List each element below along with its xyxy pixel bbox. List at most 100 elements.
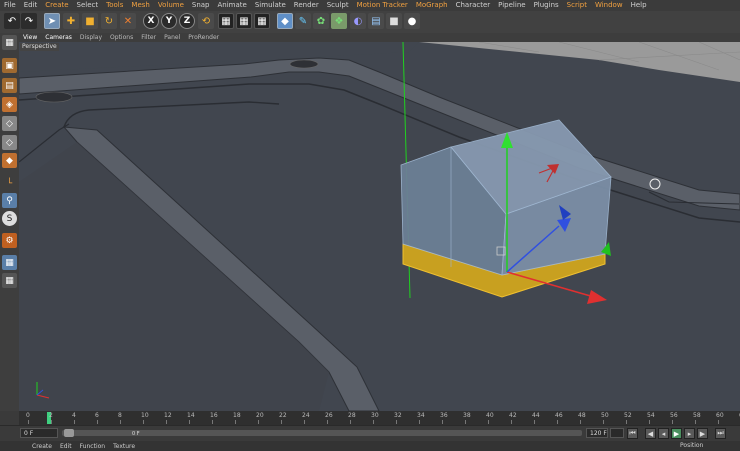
menu-item[interactable]: Tools xyxy=(102,0,127,11)
menu-item[interactable]: Character xyxy=(452,0,495,11)
perspective-viewport[interactable]: Perspective xyxy=(19,42,740,411)
menu-item[interactable]: Snap xyxy=(188,0,214,11)
menu-item[interactable]: Pipeline xyxy=(494,0,529,11)
position-label: Position xyxy=(680,442,704,449)
menu-item[interactable]: Create xyxy=(41,0,72,11)
viewport-menu-item[interactable]: Cameras xyxy=(41,33,76,42)
go-to-start-button[interactable]: ⏮ xyxy=(627,428,638,439)
menu-item[interactable]: File xyxy=(0,0,20,11)
redo-button[interactable]: ↷ xyxy=(21,13,37,29)
viewport-menu-item[interactable]: ProRender xyxy=(184,33,223,42)
bottom-tab[interactable]: Function xyxy=(76,443,110,450)
timeline-tick-mark xyxy=(396,420,397,424)
model-mode-icon[interactable]: ▣ xyxy=(2,58,17,73)
timeline-tick-label: 22 xyxy=(279,412,287,419)
play-button[interactable]: ▶ xyxy=(671,428,682,439)
range-start-label: 0 F xyxy=(132,431,140,437)
edges-mode-icon[interactable]: ◇ xyxy=(2,135,17,150)
coordinate-system-button[interactable]: ⟲ xyxy=(198,13,214,29)
z-axis-button[interactable]: Z xyxy=(179,13,195,29)
menu-item[interactable]: Script xyxy=(563,0,591,11)
recent-tool-button[interactable]: ✕ xyxy=(120,13,136,29)
timeline-tick-mark xyxy=(189,420,190,424)
floor-object-button[interactable]: ▤ xyxy=(368,13,384,29)
viewport-menu-item[interactable]: Display xyxy=(76,33,106,42)
light-button[interactable]: ● xyxy=(404,13,420,29)
timeline-tick-mark xyxy=(143,420,144,424)
menu-item[interactable]: Sculpt xyxy=(323,0,353,11)
scale-tool-button[interactable]: ■ xyxy=(82,13,98,29)
quantize-icon[interactable]: ⚙ xyxy=(2,233,17,248)
tweak-mode-icon[interactable]: ⚲ xyxy=(2,193,17,208)
menu-item[interactable]: MoGraph xyxy=(412,0,452,11)
points-mode-icon[interactable]: ◇ xyxy=(2,116,17,131)
menu-item[interactable]: Edit xyxy=(20,0,42,11)
next-frame-button[interactable]: ▸ xyxy=(684,428,695,439)
menu-item[interactable]: Render xyxy=(290,0,323,11)
timeline-tick-label: 14 xyxy=(187,412,195,419)
texture-mode-icon[interactable]: ▤ xyxy=(2,78,17,93)
viewport-menu-item[interactable]: Options xyxy=(106,33,137,42)
cube-object-button[interactable]: ◆ xyxy=(277,13,293,29)
previous-frame-button[interactable]: ◂ xyxy=(658,428,669,439)
end-frame-field[interactable] xyxy=(610,428,624,438)
render-view-button[interactable]: ▦ xyxy=(218,13,234,29)
locked-workplane-icon[interactable]: ▦ xyxy=(2,273,17,288)
viewport-scene[interactable] xyxy=(19,42,740,411)
timeline-tick-mark xyxy=(235,420,236,424)
rotate-tool-button[interactable]: ↻ xyxy=(101,13,117,29)
timeline-tick-label: 2 xyxy=(49,412,53,419)
frame-range-slider[interactable]: 0 F xyxy=(62,429,582,437)
snap-icon[interactable]: S xyxy=(2,211,17,226)
go-to-end-button[interactable]: ⏭ xyxy=(715,428,726,439)
menu-item[interactable]: Mesh xyxy=(127,0,153,11)
menu-item[interactable]: Volume xyxy=(154,0,188,11)
spline-pen-button[interactable]: ✎ xyxy=(295,13,311,29)
enable-axis-icon[interactable]: └ xyxy=(2,176,17,191)
timeline-tick-label: 4 xyxy=(72,412,76,419)
workplane-mode-icon[interactable]: ◈ xyxy=(2,97,17,112)
cloner-button[interactable]: ❖ xyxy=(331,13,347,29)
live-select-button[interactable]: ➤ xyxy=(44,13,60,29)
move-tool-button[interactable]: ✚ xyxy=(63,13,79,29)
timeline-tick-label: 6 xyxy=(95,412,99,419)
viewport-menu-item[interactable]: View xyxy=(19,33,41,42)
bottom-tab[interactable]: Edit xyxy=(56,443,76,450)
make-editable-icon[interactable]: ▦ xyxy=(2,35,17,50)
timeline-tick-label: 54 xyxy=(647,412,655,419)
bottom-tab[interactable]: Create xyxy=(28,443,56,450)
polygons-mode-icon[interactable]: ◆ xyxy=(2,153,17,168)
timeline-tick-label: 30 xyxy=(371,412,379,419)
y-axis-button[interactable]: Y xyxy=(161,13,177,29)
camera-button[interactable]: ■ xyxy=(386,13,402,29)
timeline-tick-mark xyxy=(350,420,351,424)
edit-render-settings-button[interactable]: ▦ xyxy=(254,13,270,29)
timeline-tick-mark xyxy=(695,420,696,424)
render-picture-viewer-button[interactable]: ▦ xyxy=(236,13,252,29)
workplane-icon[interactable]: ▦ xyxy=(2,255,17,270)
menu-item[interactable]: Simulate xyxy=(251,0,290,11)
viewport-menu-item[interactable]: Panel xyxy=(160,33,184,42)
timeline-tick-mark xyxy=(373,420,374,424)
undo-button[interactable]: ↶ xyxy=(4,13,20,29)
deformer-button[interactable]: ◐ xyxy=(350,13,366,29)
x-axis-button[interactable]: X xyxy=(143,13,159,29)
next-key-button[interactable]: ▶ xyxy=(697,428,708,439)
menu-item[interactable]: Motion Tracker xyxy=(353,0,412,11)
viewport-menu-item[interactable]: Filter xyxy=(137,33,160,42)
range-start-handle[interactable] xyxy=(64,429,74,437)
timeline-tick-mark xyxy=(281,420,282,424)
timeline-tick-mark xyxy=(488,420,489,424)
timeline-tick-label: 48 xyxy=(578,412,586,419)
menu-item[interactable]: Animate xyxy=(214,0,251,11)
menu-item[interactable]: Help xyxy=(627,0,651,11)
timeline-ruler[interactable]: 0 2 4 6 8 10 12 14 16 18 20 22 24 26 28 30 32 34 36 38 40 42 4… xyxy=(19,411,740,425)
subdivision-surface-button[interactable]: ✿ xyxy=(313,13,329,29)
menu-item[interactable]: Select xyxy=(73,0,103,11)
previous-key-button[interactable]: ◀ xyxy=(645,428,656,439)
range-end-field[interactable]: 120 F xyxy=(586,428,608,438)
start-frame-field[interactable]: 0 F xyxy=(20,428,58,438)
menu-item[interactable]: Window xyxy=(591,0,627,11)
bottom-tab[interactable]: Texture xyxy=(109,443,139,450)
menu-item[interactable]: Plugins xyxy=(530,0,563,11)
